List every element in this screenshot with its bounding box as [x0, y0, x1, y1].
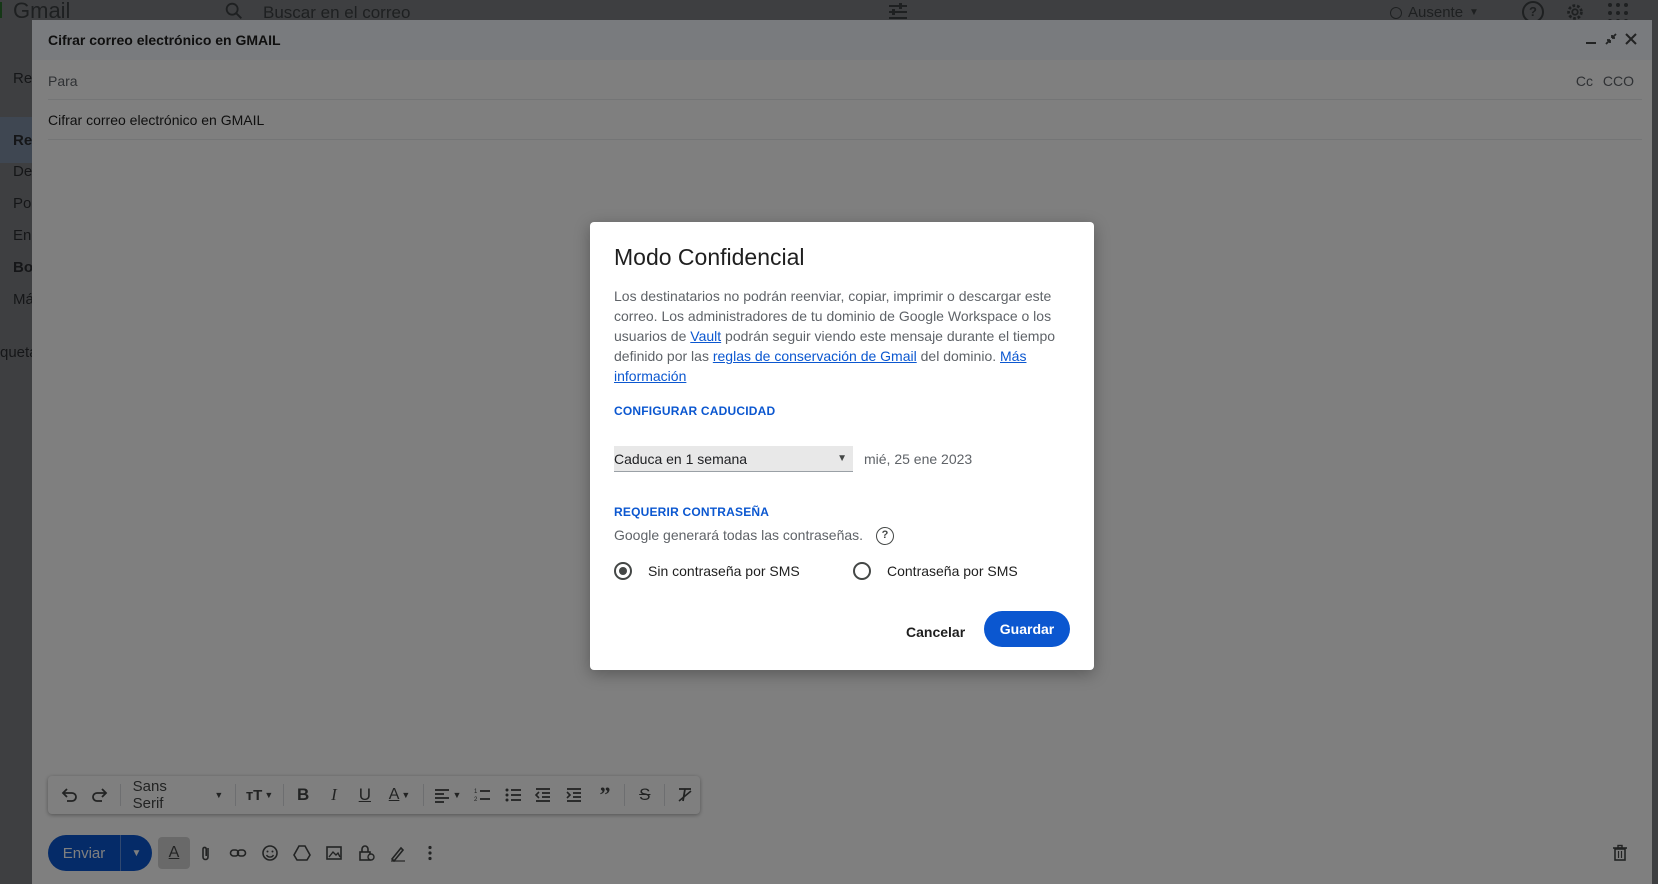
expiry-section-title: CONFIGURAR CADUCIDAD	[614, 404, 776, 418]
expiry-select[interactable]: Caduca en 1 semana ▼	[614, 446, 853, 472]
chevron-down-icon: ▼	[837, 453, 847, 464]
confidential-mode-dialog: Modo Confidencial Los destinatarios no p…	[590, 222, 1094, 670]
retention-rules-link[interactable]: reglas de conservación de Gmail	[713, 348, 917, 364]
vault-link[interactable]: Vault	[690, 328, 721, 344]
radio-label: Contraseña por SMS	[887, 563, 1018, 579]
radio-checked-icon[interactable]	[614, 562, 632, 580]
save-button[interactable]: Guardar	[984, 611, 1070, 647]
description-text: del dominio.	[916, 348, 1001, 364]
password-note: Google generará todas las contraseñas.	[614, 527, 864, 543]
radio-sms-password[interactable]: Contraseña por SMS	[853, 562, 1018, 580]
radio-unchecked-icon[interactable]	[853, 562, 871, 580]
radio-no-sms-password[interactable]: Sin contraseña por SMS	[614, 562, 800, 580]
radio-label: Sin contraseña por SMS	[648, 563, 800, 579]
cancel-button[interactable]: Cancelar	[890, 614, 981, 650]
help-icon[interactable]: ?	[876, 527, 894, 545]
dialog-title: Modo Confidencial	[614, 244, 805, 270]
expiry-date: mié, 25 ene 2023	[864, 451, 973, 467]
dialog-description: Los destinatarios no podrán reenviar, co…	[614, 286, 1070, 386]
expiry-select-value: Caduca en 1 semana	[614, 451, 748, 467]
password-section-title: REQUERIR CONTRASEÑA	[614, 505, 770, 519]
